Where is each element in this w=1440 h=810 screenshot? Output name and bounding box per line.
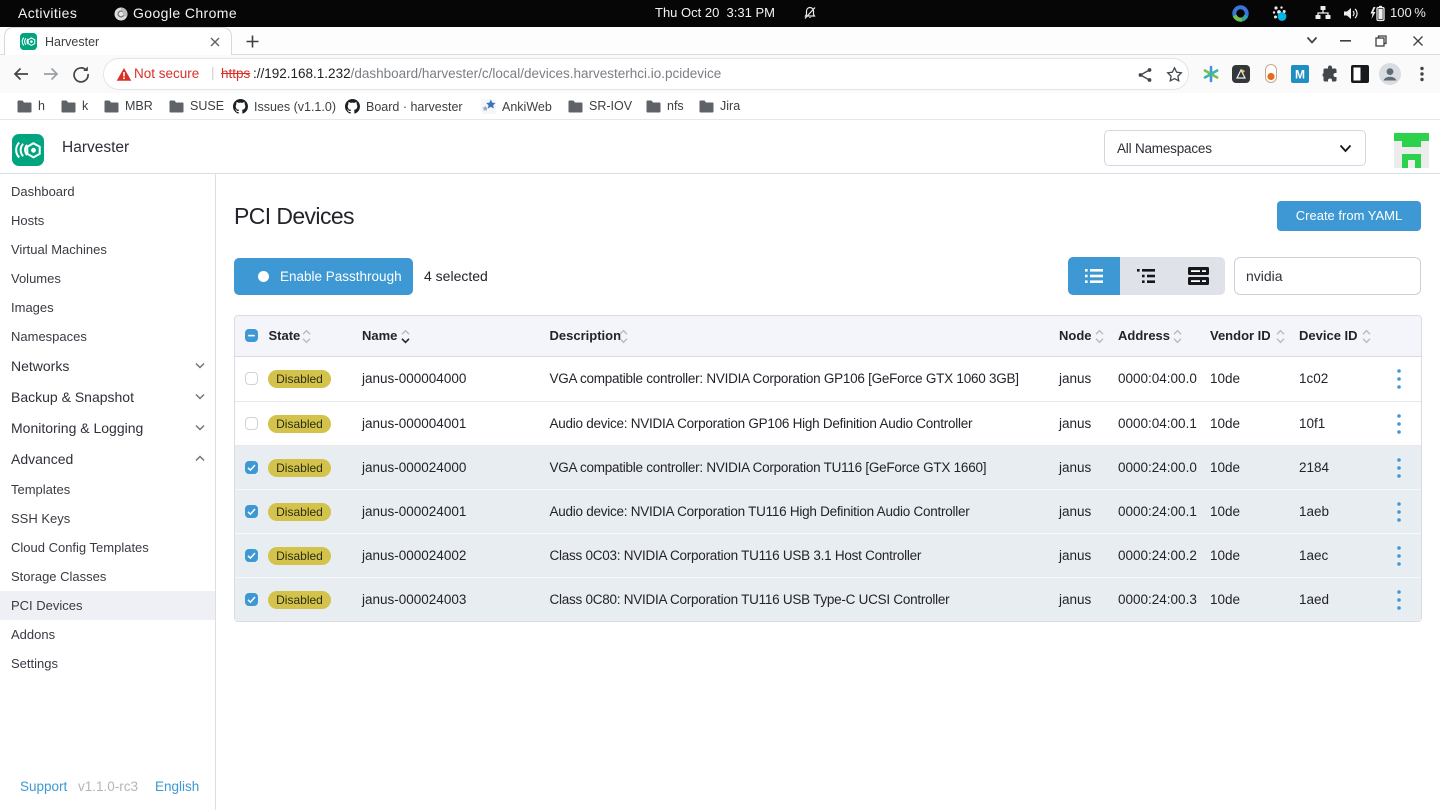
svg-text:M: M [1295,68,1305,82]
